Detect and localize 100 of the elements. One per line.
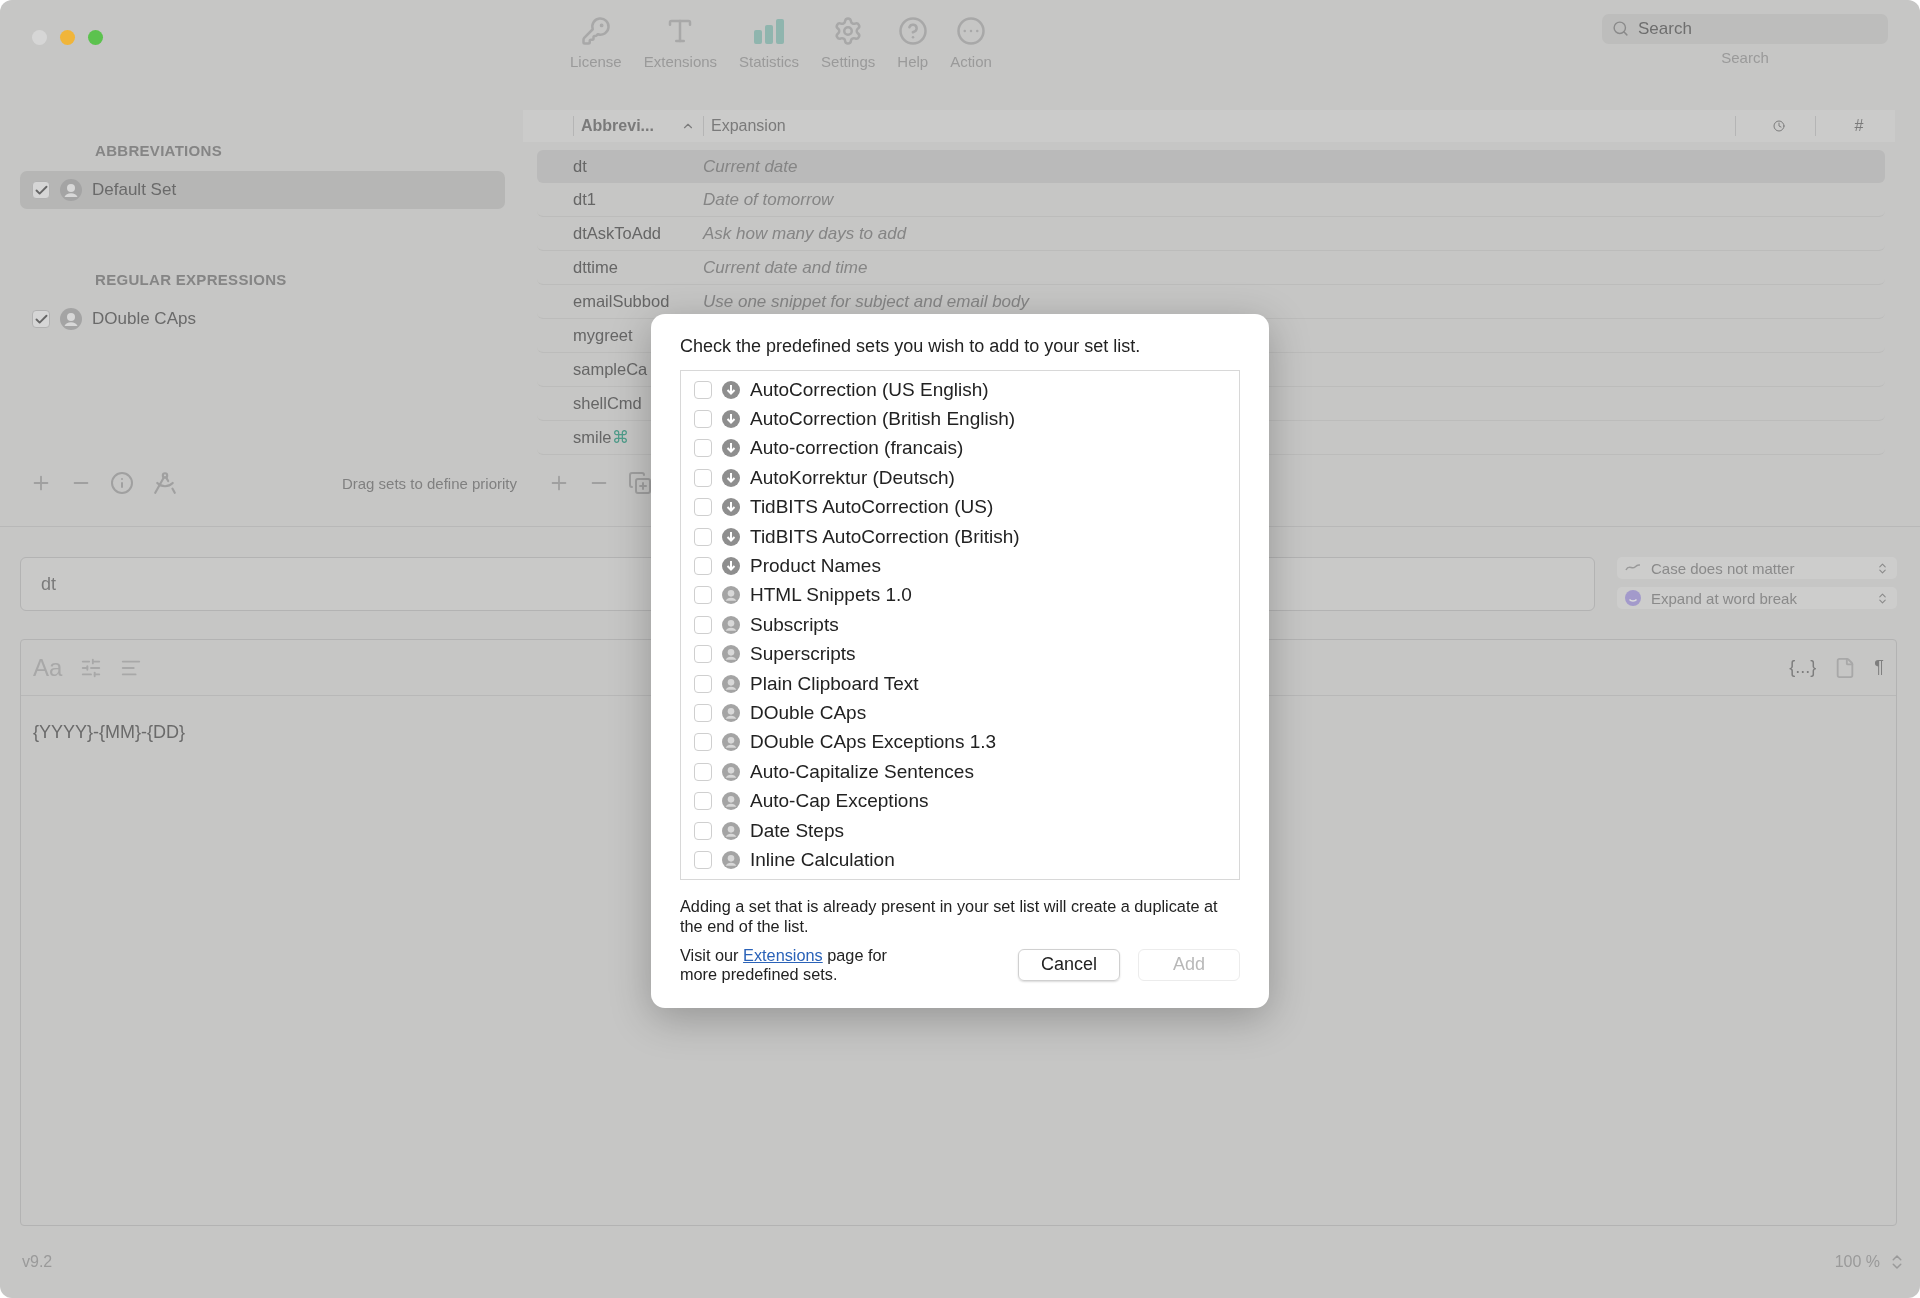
set-name: DOuble CAps — [92, 309, 196, 329]
expansion-cell-text: Use one snippet for subject and email body — [703, 291, 1031, 312]
chevrons-icon — [1876, 591, 1889, 605]
checkbox[interactable] — [32, 181, 50, 199]
bar-chart-icon — [752, 16, 787, 46]
user-icon — [722, 615, 740, 634]
checkbox[interactable] — [694, 439, 712, 458]
paragraph-button[interactable]: ¶ — [1874, 657, 1884, 678]
window-control[interactable] — [60, 30, 75, 45]
checkbox[interactable] — [694, 733, 712, 752]
search-field[interactable]: Search — [1602, 14, 1888, 44]
user-icon — [722, 586, 740, 605]
abbreviation-cell-text: dt1 — [573, 190, 597, 209]
set-item[interactable]: DOuble CAps — [20, 300, 505, 338]
abbreviation-cell-text: emailSubbod — [573, 292, 671, 311]
checkbox[interactable] — [694, 821, 712, 840]
checkbox[interactable] — [694, 792, 712, 811]
column-header[interactable]: # — [1854, 117, 1864, 135]
table-row[interactable]: dt1 Date of tomorrow — [537, 183, 1885, 217]
set-name: AutoKorrektur (Deutsch) — [750, 466, 955, 489]
user-icon — [722, 762, 740, 781]
download-icon — [722, 498, 740, 517]
user-icon — [60, 308, 82, 330]
set-name: TidBITS AutoCorrection (US) — [750, 496, 994, 519]
expansion-cell-text: Ask how many days to add — [703, 223, 908, 244]
abbreviation-cell-text: sampleCa — [573, 360, 649, 379]
set-name: Auto-Cap Exceptions — [750, 790, 929, 813]
visit-text: Visit our Extensions page for more predefined sets. — [680, 945, 888, 984]
duplicate-icon[interactable] — [628, 471, 652, 495]
set-name: Date Steps — [750, 819, 844, 842]
abbreviation-cell-text: mygreet — [573, 326, 634, 345]
set-name: Auto-correction (francais) — [750, 437, 964, 460]
set-name: Product Names — [750, 555, 881, 578]
download-icon — [722, 527, 740, 546]
set-name: DOuble CAps — [750, 702, 867, 724]
abbreviation-cell-text: shellCmd — [573, 394, 643, 413]
checkbox[interactable] — [694, 850, 712, 869]
user-icon — [722, 645, 740, 664]
abbreviation-cell-text: dttime — [573, 258, 619, 277]
user-icon — [722, 704, 740, 722]
set-name: Superscripts — [750, 643, 856, 666]
table-row[interactable]: dtAskToAdd Ask how many days to add — [537, 217, 1885, 251]
checkbox[interactable] — [694, 527, 712, 546]
checkbox[interactable] — [694, 410, 712, 429]
key-icon — [580, 16, 611, 46]
download-icon — [722, 380, 740, 399]
set-name: TidBITS AutoCorrection (British) — [750, 525, 1020, 548]
note-text: Adding a set that is already present in your set list will create a duplicate at the end of the list. — [680, 895, 1219, 936]
checkbox[interactable] — [694, 468, 712, 487]
hint-text: Drag sets to define priority — [341, 474, 517, 492]
checkbox[interactable] — [694, 615, 712, 634]
set-name: AutoCorrection (British English) — [750, 408, 1016, 431]
set-item[interactable]: Default Set — [20, 171, 505, 209]
expansion-cell-text: Date of tomorrow — [703, 189, 835, 210]
search-icon — [1612, 20, 1629, 37]
set-name: Inline Calculation — [750, 848, 895, 871]
set-name: HTML Snippets 1.0 — [750, 584, 912, 607]
drafting-compass-icon[interactable] — [152, 470, 178, 496]
window-control[interactable] — [88, 30, 103, 45]
user-icon — [722, 821, 740, 840]
checkbox[interactable] — [32, 310, 50, 328]
checkbox[interactable] — [694, 557, 712, 576]
extensions-link[interactable]: Extensions — [743, 945, 823, 964]
dialog-button[interactable]: Cancel — [1018, 948, 1120, 981]
set-name: Plain Clipboard Text — [750, 672, 919, 695]
more-icon — [956, 16, 986, 46]
table-row[interactable]: dttime Current date and time — [537, 251, 1885, 285]
checkbox[interactable] — [694, 380, 712, 399]
column-header[interactable]: Abbrevi... — [581, 117, 654, 135]
snippet-text: {YYYY}-{MM}-{DD} — [33, 722, 186, 743]
tilde-icon — [1625, 563, 1641, 573]
placeholder-button[interactable]: {...} — [1789, 657, 1817, 678]
settings-icon — [833, 16, 864, 46]
abbreviation-cell-text: dtAskToAdd — [573, 224, 663, 243]
download-icon — [722, 468, 740, 487]
abbreviation-cell-text: smile⌘ — [573, 428, 630, 447]
checkbox[interactable] — [694, 704, 712, 722]
download-icon — [722, 557, 740, 576]
user-icon — [60, 179, 82, 201]
option-popup[interactable]: Expand at word break — [1617, 587, 1897, 609]
checkbox[interactable] — [694, 762, 712, 781]
clock-icon[interactable] — [1773, 120, 1785, 132]
set-name: Default Set — [92, 180, 177, 200]
checkbox[interactable] — [694, 586, 712, 605]
option-popup[interactable]: Case does not matter — [1617, 557, 1897, 579]
user-icon — [722, 850, 740, 869]
download-icon — [722, 410, 740, 429]
set-name: Auto-Capitalize Sentences — [750, 760, 974, 783]
abbreviation-cell-text: dt — [573, 157, 588, 176]
checkbox[interactable] — [694, 645, 712, 664]
section-title: REGULAR EXPRESSIONS — [94, 270, 288, 290]
user-icon — [722, 674, 740, 693]
info-icon[interactable] — [110, 471, 134, 495]
user-icon — [722, 792, 740, 811]
column-header[interactable]: Expansion — [711, 117, 786, 135]
checkbox[interactable] — [694, 674, 712, 693]
checkbox[interactable] — [694, 498, 712, 517]
chevrons-icon — [1876, 561, 1889, 575]
expansion-cell-text: Current date and time — [703, 257, 869, 278]
sliders-icon[interactable] — [80, 656, 103, 679]
